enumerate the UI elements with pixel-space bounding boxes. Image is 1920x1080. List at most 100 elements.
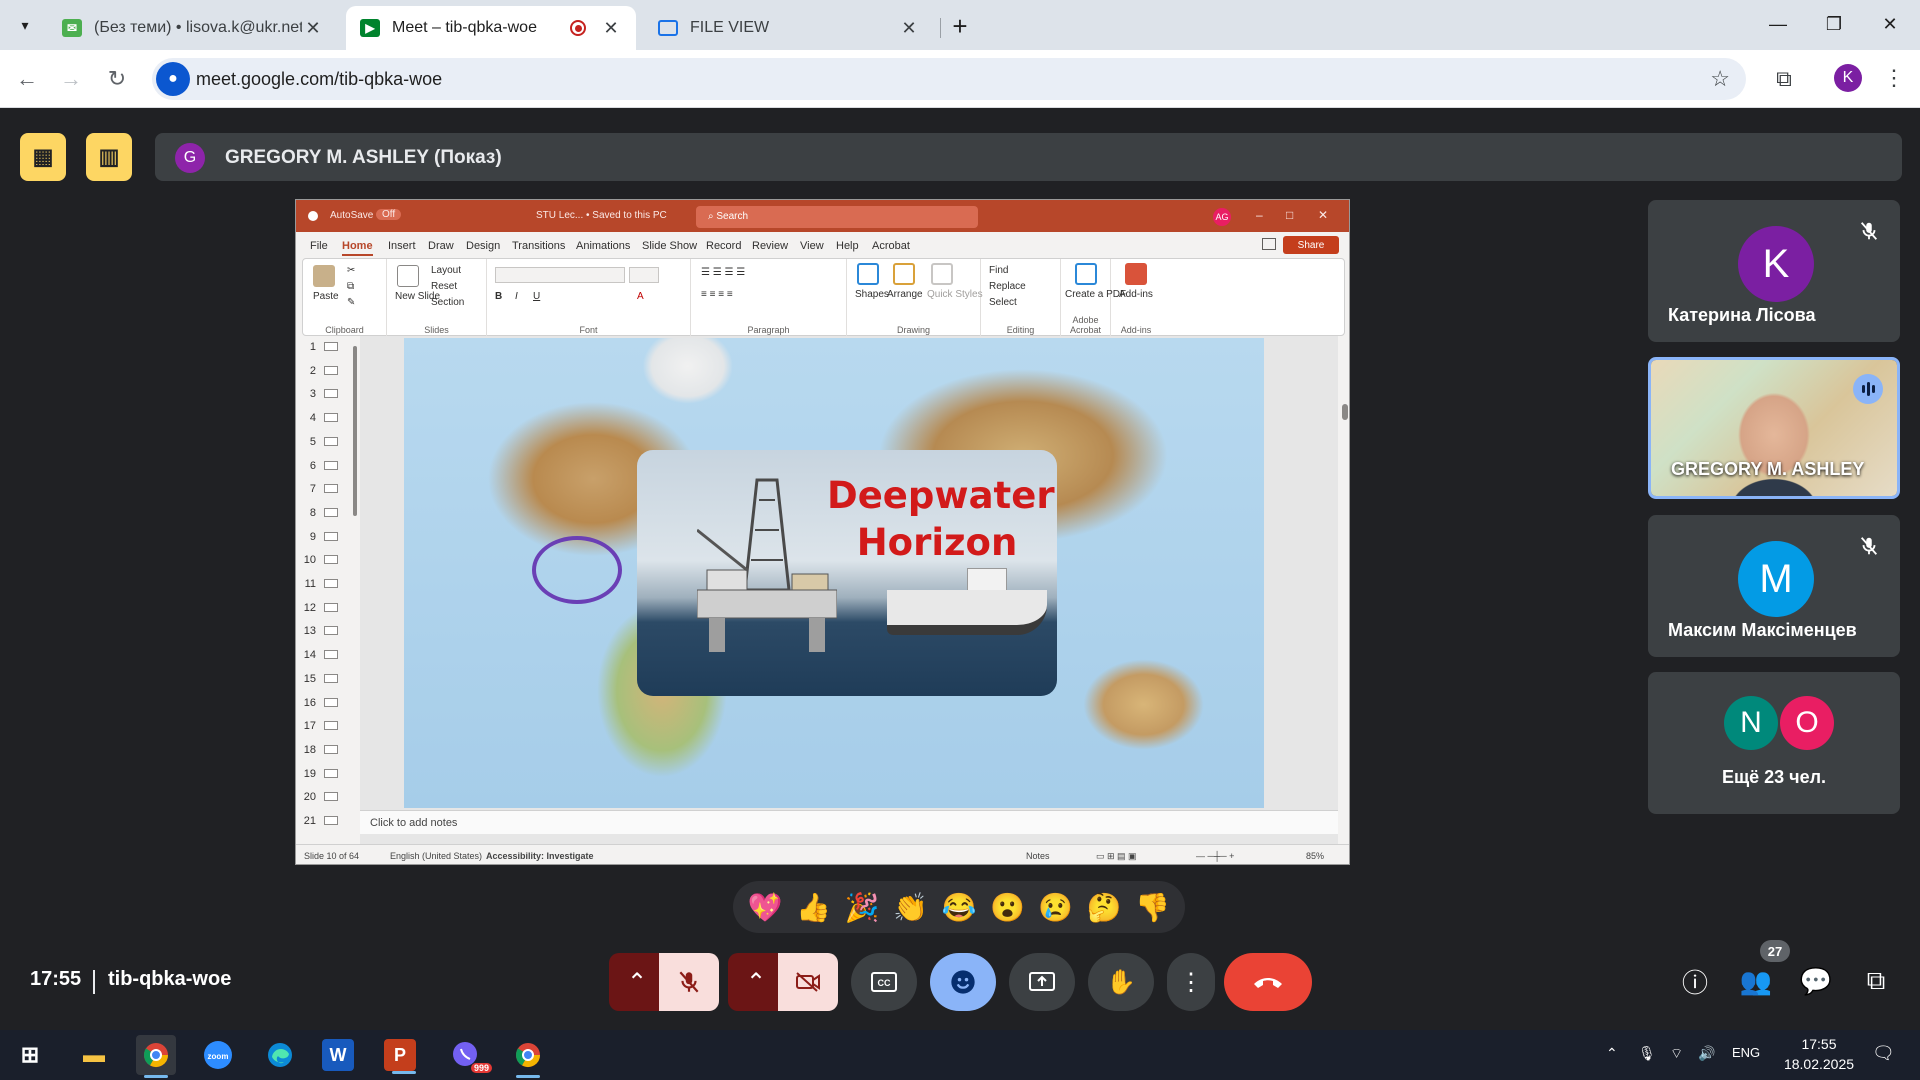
input-language[interactable]: ENG (1732, 1045, 1760, 1060)
pin-layout-icon[interactable]: ▥ (86, 133, 132, 181)
audio-options-chevron-icon[interactable]: ⌃ (609, 953, 665, 1011)
new-tab-plus-icon[interactable]: + (944, 10, 976, 42)
address-bar[interactable]: ● meet.google.com/tib-qbka-woe ☆ (152, 58, 1746, 100)
restore-window-icon[interactable]: ❐ (1804, 6, 1864, 42)
ppt-search-placeholder: Search (716, 211, 749, 222)
close-tab-icon[interactable]: ✕ (600, 17, 622, 39)
chrome-profile-k-icon[interactable] (136, 1035, 176, 1078)
volume-icon[interactable]: 🔊 (1698, 1045, 1715, 1062)
slide-thumbnail: 13 (300, 620, 352, 644)
slide-thumbnail-pane: 1 2 3 4 5 6 7 8 9 10 11 12 13 14 15 16 17 18 19 20 21 (296, 336, 352, 844)
slide-number: 19 (303, 767, 316, 780)
add-ins-icon (1125, 263, 1147, 285)
replace-label: Replace (989, 281, 1026, 292)
raise-hand-button[interactable]: ✋ (1088, 953, 1154, 1011)
send-reaction-button[interactable] (930, 953, 996, 1011)
meeting-details-info-icon[interactable]: ⓘ (1675, 961, 1715, 1001)
participant-tile-kateryna[interactable]: K Катерина Лісова (1648, 200, 1900, 342)
system-clock[interactable]: 17:55 18.02.2025 (1774, 1034, 1864, 1074)
font-name-box (495, 267, 625, 283)
slide-number: 13 (303, 625, 316, 638)
ppt-close-icon: ✕ (1318, 208, 1329, 222)
reaction-sparkling-heart[interactable]: 💖 (748, 891, 783, 924)
slide-world-map: Deepwater Horizon (404, 338, 1264, 808)
forward-arrow-icon[interactable]: → (54, 62, 88, 96)
tab-title: Meet – tib-qbka-woe (392, 19, 537, 36)
edge-browser-icon[interactable] (260, 1035, 300, 1075)
present-now-button[interactable] (1009, 953, 1075, 1011)
viber-app-icon[interactable]: 999 (446, 1035, 492, 1075)
activities-icon[interactable]: ⧉ (1856, 961, 1896, 1001)
reaction-thumbs-up[interactable]: 👍 (796, 891, 831, 924)
create-pdf-icon (1075, 263, 1097, 285)
copy-icon: ⧉ (347, 281, 355, 292)
leave-call-button[interactable] (1224, 953, 1312, 1011)
participant-tile-maksym[interactable]: M Максим Максіменцев (1648, 515, 1900, 657)
microphone-off-button[interactable] (659, 953, 719, 1011)
slide-number: 3 (309, 388, 316, 401)
viber-unread-badge: 999 (470, 1063, 492, 1073)
tray-overflow-chevron-icon[interactable]: ⌃ (1606, 1045, 1618, 1062)
slide-thumbnail: 14 (300, 644, 352, 668)
drawing-group-label: Drawing (896, 325, 930, 335)
close-tab-icon[interactable]: ✕ (302, 17, 324, 39)
video-options-chevron-icon[interactable]: ⌃ (728, 953, 784, 1011)
reaction-crying[interactable]: 😢 (1038, 891, 1073, 924)
reload-icon[interactable]: ↻ (100, 62, 134, 96)
tab-search-chevron-icon[interactable]: ▾ (10, 10, 40, 40)
reaction-laughing[interactable]: 😂 (942, 891, 977, 924)
url-text[interactable]: meet.google.com/tib-qbka-woe (196, 69, 442, 90)
word-app-icon[interactable]: W (322, 1039, 354, 1071)
microphone-off-icon (1860, 222, 1878, 240)
windows-start-icon[interactable]: ⊞ (10, 1035, 50, 1075)
ppt-ribbon: Paste ✂ ⧉ ✎ Clipboard New Slide Layout R… (302, 258, 1345, 337)
reaction-party-popper[interactable]: 🎉 (845, 891, 880, 924)
slide-thumbnail: 9 (300, 526, 352, 550)
participant-avatar: M (1738, 541, 1814, 617)
captions-button[interactable]: CC (851, 953, 917, 1011)
people-icon[interactable]: 👥 (1736, 961, 1776, 1001)
file-explorer-icon[interactable]: ▬ (74, 1035, 114, 1075)
slide-number: 1 (309, 341, 316, 353)
italic-icon: I (515, 291, 518, 302)
chat-icon[interactable]: 💬 (1796, 961, 1836, 1001)
close-tab-icon[interactable]: ✕ (898, 17, 920, 39)
microphone-permission-icon[interactable]: ● (156, 62, 190, 96)
arrange-icon (893, 263, 915, 285)
reaction-clapping[interactable]: 👏 (893, 891, 928, 924)
tray-microphone-icon[interactable]: 🎙 (1638, 1045, 1656, 1062)
oil-rig-illustration (697, 478, 837, 652)
chrome-second-profile-icon[interactable] (508, 1035, 548, 1078)
powerpoint-app-icon[interactable]: P (384, 1039, 416, 1074)
zoom-app-icon[interactable]: zoom (198, 1035, 238, 1075)
bookmark-star-icon[interactable]: ☆ (1710, 66, 1730, 92)
tab-file-view[interactable]: FILE VIEW ✕ (644, 6, 934, 50)
browser-menu-icon[interactable]: ⋮ (1882, 62, 1906, 94)
reaction-surprised[interactable]: 😮 (990, 891, 1025, 924)
edge-logo-icon (268, 1043, 292, 1067)
more-options-button[interactable]: ⋮ (1167, 953, 1215, 1011)
profile-avatar[interactable]: K (1834, 64, 1862, 92)
participant-tile-gregory[interactable]: GREGORY M. ASHLEY (1648, 357, 1900, 499)
ppt-tab-design: Design (466, 240, 501, 252)
tab-ukr-net[interactable]: ✉ (Без теми) • lisova.k@ukr.net ✕ (48, 6, 338, 50)
notifications-icon[interactable]: 🗨 (1872, 1043, 1895, 1064)
ppt-tab-acrobat: Acrobat (872, 240, 910, 252)
back-arrow-icon[interactable]: ← (10, 62, 44, 96)
slide-thumbnail-image (324, 744, 338, 754)
camera-off-button[interactable] (778, 953, 838, 1011)
close-window-icon[interactable]: ✕ (1860, 6, 1920, 42)
extensions-puzzle-icon[interactable]: ⧉ (1768, 63, 1800, 95)
more-participants-tile[interactable]: N O Ещё 23 чел. (1648, 672, 1900, 814)
tab-google-meet[interactable]: ▶ Meet – tib-qbka-woe ✕ (346, 6, 636, 50)
clock-divider (93, 970, 95, 994)
reaction-thumbs-down[interactable]: 👎 (1135, 891, 1170, 924)
closed-captions-icon: CC (871, 972, 897, 992)
wifi-icon[interactable]: ⌔ (1670, 1045, 1683, 1063)
minimize-window-icon[interactable]: — (1748, 6, 1808, 42)
stop-presentation-layout-icon[interactable]: ▦ (20, 133, 66, 181)
autosave-label: AutoSave (330, 210, 374, 221)
participant-name: GREGORY M. ASHLEY (1671, 459, 1865, 479)
slide-thumbnail: 20 (300, 786, 352, 810)
reaction-thinking[interactable]: 🤔 (1087, 891, 1122, 924)
